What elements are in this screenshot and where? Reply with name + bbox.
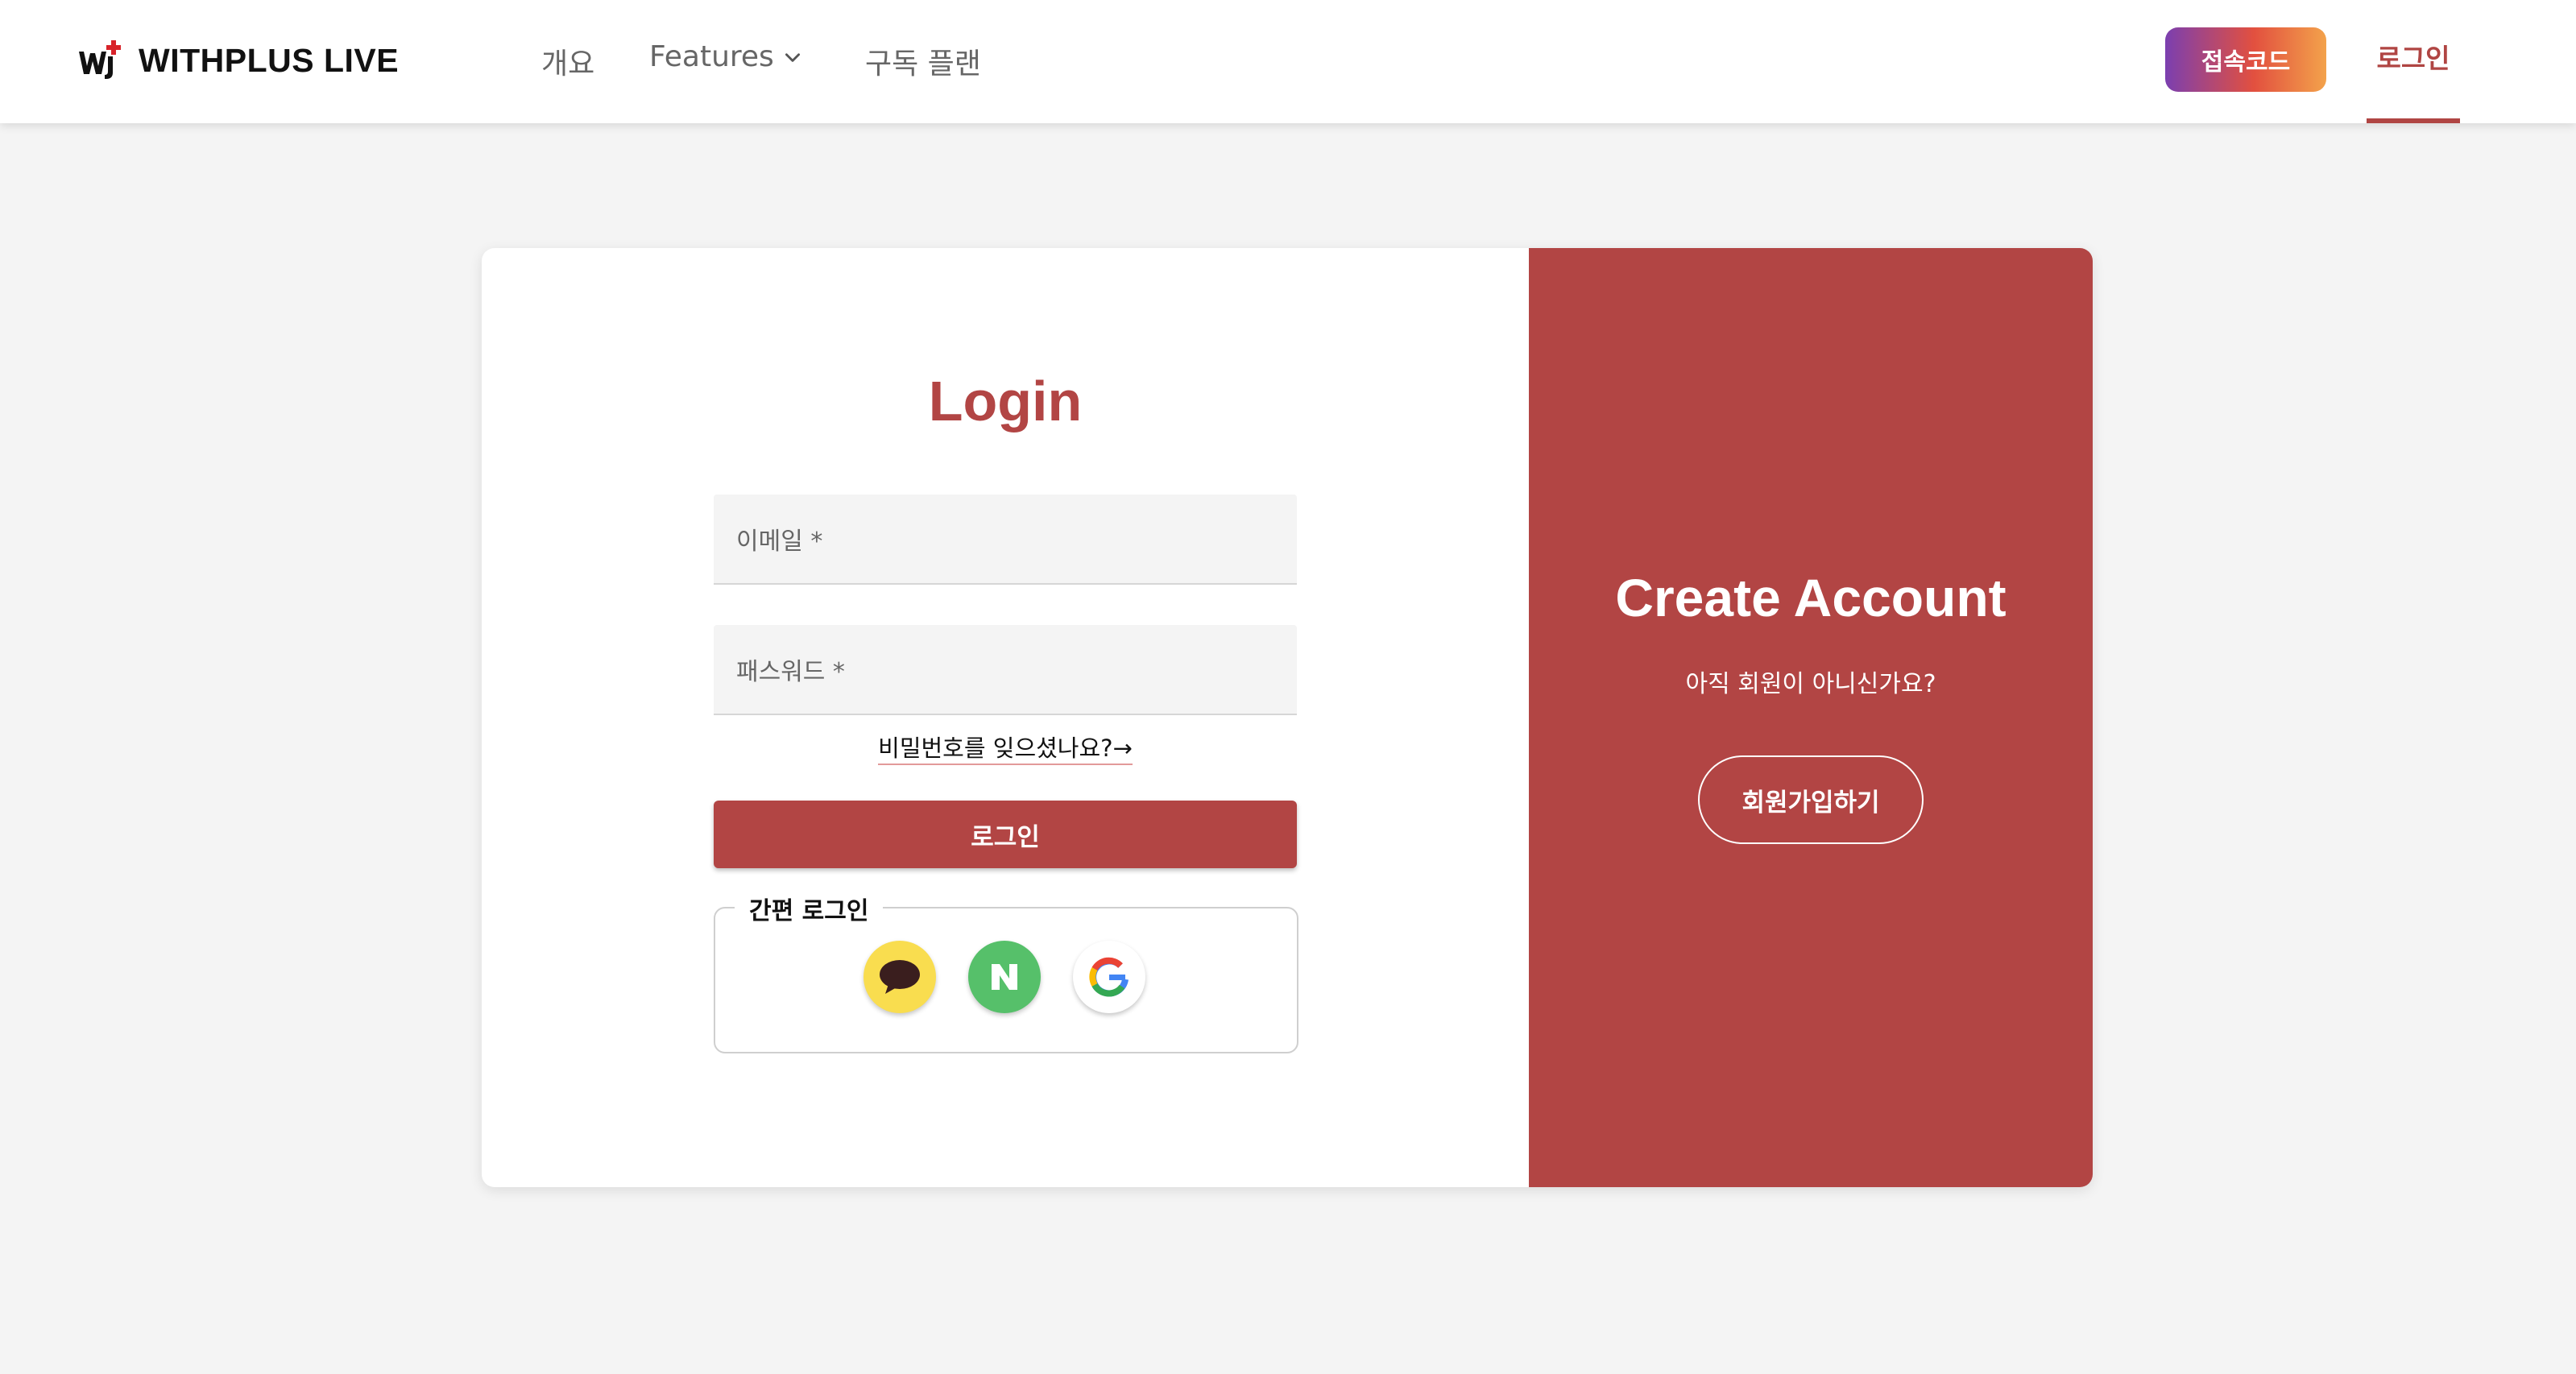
password-field[interactable]: 패스워드 * — [714, 625, 1297, 715]
google-g-icon — [1089, 957, 1129, 997]
email-field[interactable]: 이메일 * — [714, 495, 1297, 585]
nav-login-link[interactable]: 로그인 — [2367, 0, 2460, 123]
nav-item-features[interactable]: Features — [649, 40, 803, 73]
forgot-password-link[interactable]: 비밀번호를 잊으셨나요?→ — [878, 735, 1133, 765]
kakao-speech-bubble-icon — [880, 960, 920, 994]
nav-overview-label: 개요 — [541, 48, 595, 81]
top-navigation-bar: WITHPLUS LIVE 개요 Features 구독 플랜 접속코드 로그인 — [0, 0, 2576, 123]
social-login-icons — [863, 941, 1145, 1013]
social-login-legend: 간편 로그인 — [735, 891, 884, 926]
nav-features-label: Features — [649, 40, 774, 73]
email-placeholder: 이메일 * — [736, 528, 823, 556]
logo[interactable]: WITHPLUS LIVE — [76, 39, 399, 82]
create-account-panel: Create Account 아직 회원이 아니신가요? 회원가입하기 — [1529, 248, 2093, 1187]
withplus-logo-icon — [79, 40, 121, 79]
create-account-subtitle: 아직 회원이 아니신가요? — [1685, 670, 1936, 698]
nav-plans-label: 구독 플랜 — [865, 48, 981, 81]
create-account-title: Create Account — [1615, 568, 2007, 627]
password-placeholder: 패스워드 * — [736, 658, 845, 686]
kakao-login-button[interactable] — [863, 941, 936, 1013]
naver-n-icon — [992, 964, 1017, 990]
forgot-password-row: 비밀번호를 잊으셨나요?→ — [482, 730, 1529, 765]
logo-text: WITHPLUS LIVE — [139, 41, 400, 79]
social-login-box: 간편 로그인 — [714, 891, 1298, 1053]
chevron-down-icon — [785, 52, 800, 62]
nav-item-plans[interactable]: 구독 플랜 — [865, 40, 981, 82]
login-card: Login 이메일 * 패스워드 * 비밀번호를 잊으셨나요?→ 로그인 간편 … — [482, 248, 2093, 1187]
google-login-button[interactable] — [1073, 941, 1145, 1013]
access-code-button[interactable]: 접속코드 — [2165, 27, 2326, 92]
login-title: Login — [928, 370, 1083, 432]
login-button[interactable]: 로그인 — [714, 801, 1297, 868]
nav-item-overview[interactable]: 개요 — [541, 40, 594, 82]
signup-button[interactable]: 회원가입하기 — [1698, 755, 1924, 844]
naver-login-button[interactable] — [968, 941, 1041, 1013]
